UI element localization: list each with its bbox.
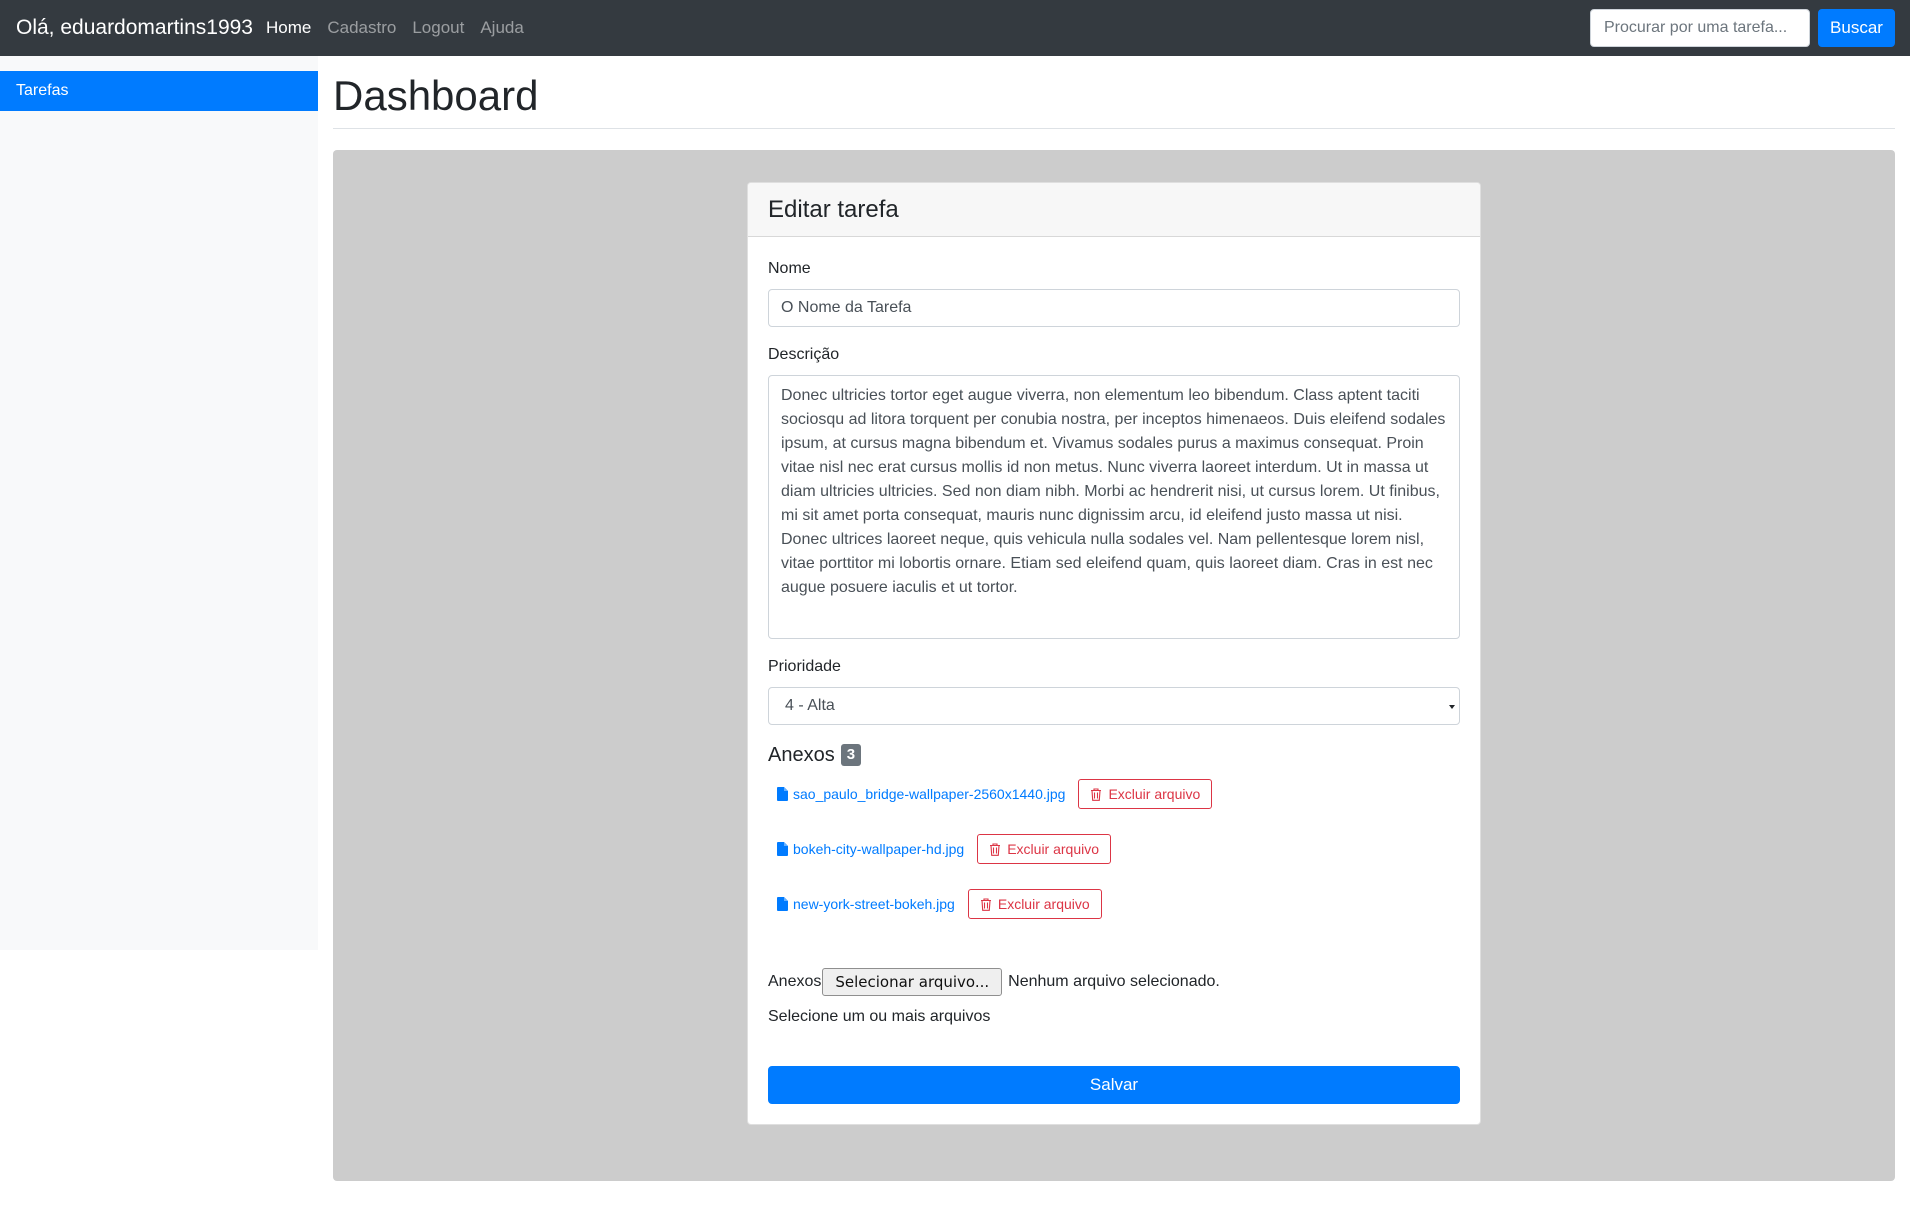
delete-attachment-button[interactable]: Excluir arquivo — [967, 889, 1102, 919]
priority-selected-value: 4 - Alta — [785, 697, 835, 714]
attachment-filename: bokeh-city-wallpaper-hd.jpg — [793, 841, 965, 857]
priority-label: Prioridade — [768, 658, 841, 675]
trash-icon — [980, 897, 991, 911]
attachments-heading: Anexos 3 — [768, 741, 862, 769]
nav-links: Home Cadastro Logout Ajuda — [266, 16, 540, 40]
attachments-count-badge: 3 — [840, 744, 862, 766]
attachment-link[interactable]: new-york-street-bokeh.jpg — [777, 896, 955, 912]
search-input[interactable] — [1590, 9, 1810, 47]
attachment-filename: new-york-street-bokeh.jpg — [793, 896, 955, 912]
description-label: Descrição — [768, 346, 840, 363]
name-input[interactable] — [768, 289, 1460, 327]
delete-attachment-label: Excluir arquivo — [997, 896, 1090, 912]
save-button[interactable]: Salvar — [768, 1066, 1460, 1104]
file-input-row: Anexos Selecionar arquivo... Nenhum arqu… — [768, 968, 1220, 996]
file-input-label: Anexos — [768, 973, 822, 990]
priority-select[interactable]: 4 - Alta — [768, 687, 1460, 725]
chevron-down-icon — [1449, 705, 1455, 709]
description-textarea[interactable]: Donec ultricies tortor eget augue viverr… — [768, 375, 1460, 639]
delete-attachment-button[interactable]: Excluir arquivo — [1078, 779, 1213, 809]
title-divider — [333, 128, 1895, 129]
delete-attachment-label: Excluir arquivo — [1108, 786, 1201, 802]
file-icon — [777, 897, 788, 911]
sidebar: Tarefas — [0, 56, 318, 950]
delete-attachment-label: Excluir arquivo — [1007, 841, 1100, 857]
attachment-link[interactable]: sao_paulo_bridge-wallpaper-2560x1440.jpg — [777, 786, 1065, 802]
name-label: Nome — [768, 260, 811, 277]
attachment-row: new-york-street-bokeh.jpg Excluir arquiv… — [777, 889, 1102, 919]
card-title: Editar tarefa — [768, 196, 899, 223]
attachment-filename: sao_paulo_bridge-wallpaper-2560x1440.jpg — [793, 786, 1066, 802]
attachment-row: bokeh-city-wallpaper-hd.jpg Excluir arqu… — [777, 834, 1112, 864]
nav-link-ajuda[interactable]: Ajuda — [480, 16, 523, 40]
file-icon — [777, 787, 788, 801]
file-icon — [777, 842, 788, 856]
file-input-status: Nenhum arquivo selecionado. — [1008, 973, 1220, 990]
sidebar-item-tarefas[interactable]: Tarefas — [0, 71, 318, 111]
edit-task-card: Editar tarefa Nome Descrição Donec ultri… — [747, 182, 1481, 1125]
choose-file-button[interactable]: Selecionar arquivo... — [822, 968, 1003, 996]
trash-icon — [990, 842, 1001, 856]
nav-link-cadastro[interactable]: Cadastro — [327, 16, 396, 40]
search-button[interactable]: Buscar — [1818, 9, 1895, 47]
page-title: Dashboard — [333, 72, 539, 119]
attachments-title: Anexos — [768, 744, 835, 766]
attachment-link[interactable]: bokeh-city-wallpaper-hd.jpg — [777, 841, 964, 857]
card-header: Editar tarefa — [748, 183, 1480, 237]
nav-link-home[interactable]: Home — [266, 16, 311, 40]
delete-attachment-button[interactable]: Excluir arquivo — [977, 834, 1112, 864]
top-navbar: Olá, eduardomartins1993 Home Cadastro Lo… — [0, 0, 1910, 56]
attachment-row: sao_paulo_bridge-wallpaper-2560x1440.jpg… — [777, 779, 1213, 809]
file-help-text: Selecione um ou mais arquivos — [768, 1008, 991, 1025]
nav-link-logout[interactable]: Logout — [412, 16, 464, 40]
trash-icon — [1091, 787, 1102, 801]
brand-greeting[interactable]: Olá, eduardomartins1993 — [16, 14, 253, 42]
